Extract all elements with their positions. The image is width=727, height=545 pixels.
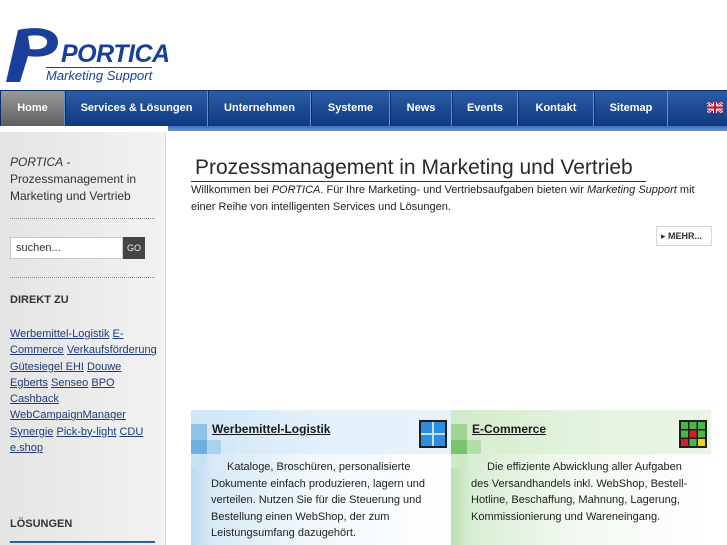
nav-systeme[interactable]: Systeme xyxy=(311,91,390,127)
welcome-marketing-support: Marketing Support xyxy=(586,184,677,196)
direkt-zu-heading: DIREKT ZU xyxy=(10,294,69,306)
decor-square xyxy=(481,440,495,454)
search-input[interactable]: suchen... xyxy=(10,237,123,259)
header: PORTICA Marketing Support xyxy=(0,0,727,90)
nav-sitemap[interactable]: Sitemap xyxy=(594,91,668,127)
welcome-part-2: . Für Ihre Marketing- und Vertriebsaufga… xyxy=(320,184,587,196)
link-werbemittel-logistik[interactable]: Werbemittel-Logistik xyxy=(10,328,109,340)
nav-news[interactable]: News xyxy=(390,91,452,127)
quick-links: Werbemittel-Logistik E-Commerce Verkaufs… xyxy=(10,326,158,456)
nav-kontakt[interactable]: Kontakt xyxy=(518,91,594,127)
link-pick-by-light[interactable]: Pick-by-light xyxy=(56,426,116,438)
decor-square xyxy=(191,424,207,440)
panel-title-werbemittel[interactable]: Werbemittel-Logistik xyxy=(212,422,330,436)
welcome-brand: PORTICA xyxy=(271,184,321,196)
uk-flag-icon[interactable] xyxy=(707,102,723,113)
divider xyxy=(10,218,155,219)
welcome-part-1: Willkommen bei xyxy=(191,184,272,196)
panel-werbemittel-logistik: Werbemittel-Logistik Kataloge, Broschüre… xyxy=(191,410,451,545)
logo-name: PORTICA xyxy=(61,40,170,68)
decor-square xyxy=(451,440,467,454)
decor-square xyxy=(467,440,481,454)
intro-brand: PORTICA xyxy=(10,155,64,169)
content-top-bar xyxy=(168,126,727,131)
grid-green-icon xyxy=(679,420,707,448)
sidebar-intro: PORTICA - Prozessmanagement in Marketing… xyxy=(10,154,155,205)
panel-title-ecommerce[interactable]: E-Commerce xyxy=(472,422,546,436)
link-webcampaignmanager[interactable]: WebCampaignManager xyxy=(10,409,126,421)
page-title: Prozessmanagement in Marketing und Vertr… xyxy=(195,156,633,179)
nav-home[interactable]: Home xyxy=(0,91,65,127)
nav-unternehmen[interactable]: Unternehmen xyxy=(208,91,311,127)
nav-events[interactable]: Events xyxy=(452,91,518,127)
panel-e-commerce: E-Commerce Die effiziente Abwicklung all… xyxy=(451,410,711,545)
link-verkaufsfoerderung[interactable]: Verkaufsförderung xyxy=(67,344,157,356)
portica-logo[interactable]: PORTICA Marketing Support xyxy=(6,26,170,84)
grid-blue-icon xyxy=(419,420,447,448)
decor-square xyxy=(451,454,467,468)
decor-square xyxy=(221,440,235,454)
link-senseo[interactable]: Senseo xyxy=(51,377,88,389)
panel-text-ecommerce: Die effiziente Abwicklung aller Aufgaben… xyxy=(471,461,688,523)
panel-text-werbemittel: Kataloge, Broschüren, personalisierte Do… xyxy=(211,461,426,539)
welcome-text: Willkommen bei PORTICA. Für Ihre Marketi… xyxy=(191,182,711,215)
decor-square xyxy=(451,424,467,440)
section-rule xyxy=(10,541,155,543)
main-navigation: Home Services & Lösungen Unternehmen Sys… xyxy=(0,90,727,127)
sidebar: PORTICA - Prozessmanagement in Marketing… xyxy=(0,132,166,545)
link-guetesiegel-ehi[interactable]: Gütesiegel EHI xyxy=(10,361,84,373)
more-label: MEHR... xyxy=(668,231,703,241)
loesungen-heading: LÖSUNGEN xyxy=(10,518,73,530)
search-go-button[interactable]: GO xyxy=(123,237,145,259)
logo-tagline: Marketing Support xyxy=(46,67,153,83)
decor-square xyxy=(191,454,207,468)
more-button[interactable]: ▸ MEHR... xyxy=(656,226,712,246)
arrow-right-icon: ▸ xyxy=(661,231,669,241)
decor-square xyxy=(191,440,207,454)
nav-services[interactable]: Services & Lösungen xyxy=(65,91,208,127)
decor-square xyxy=(207,440,221,454)
link-synergie[interactable]: Synergie xyxy=(10,426,53,438)
divider xyxy=(10,277,155,278)
